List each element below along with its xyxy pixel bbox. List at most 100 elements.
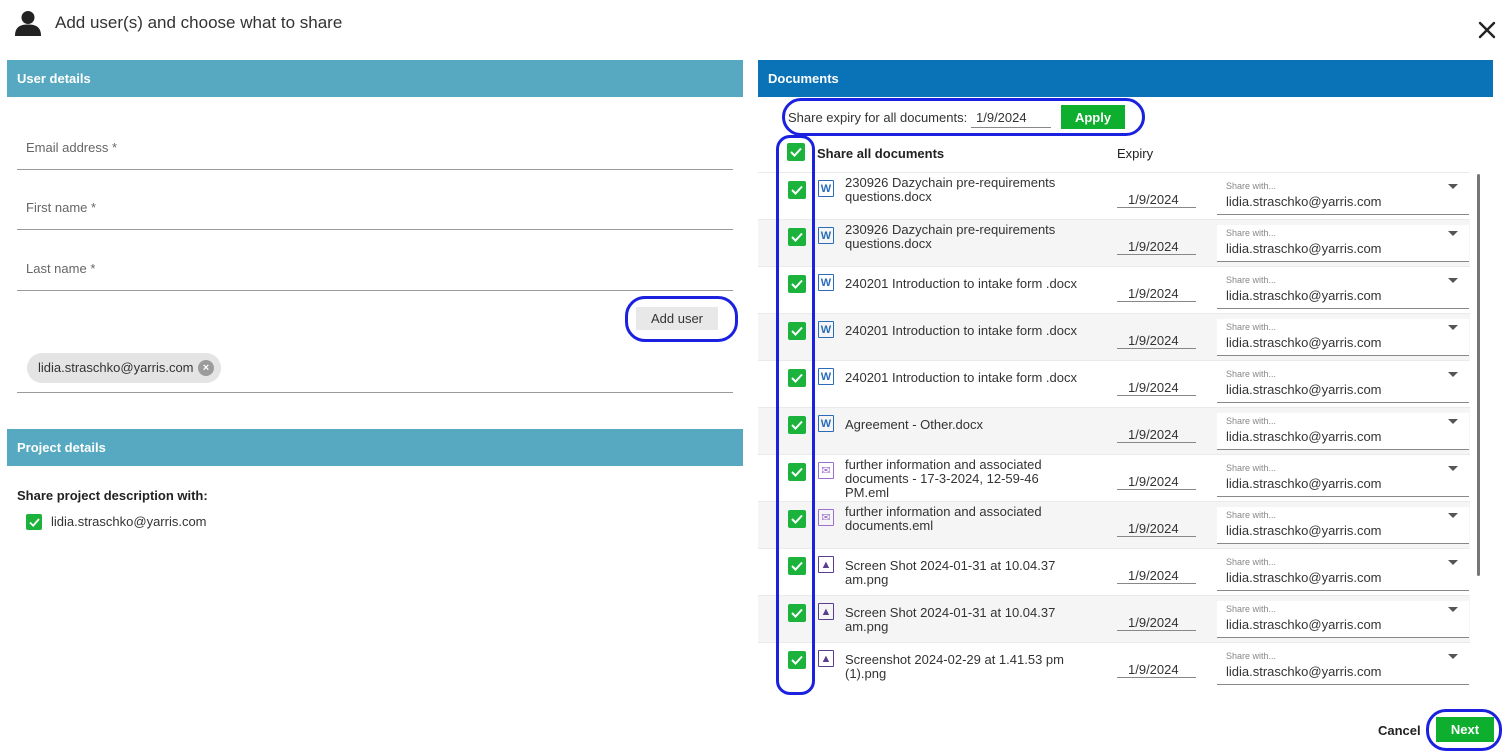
share-with-value: lidia.straschko@yarris.com [1226,429,1382,444]
check-icon [29,518,40,528]
next-button[interactable]: Next [1436,717,1494,742]
word-file-icon: W [818,368,834,385]
share-with-select[interactable]: Share with... lidia.straschko@yarris.com [1217,225,1469,262]
chevron-down-icon[interactable] [1448,184,1458,189]
chevron-down-icon[interactable] [1448,513,1458,518]
check-icon [791,467,803,477]
check-icon [791,655,803,665]
document-row: ▲ Screen Shot 2024-01-31 at 10.04.37 am.p… [758,595,1470,642]
share-description-label: Share project description with: [17,488,208,503]
document-list-scrollbar[interactable] [1477,174,1480,576]
document-checkbox[interactable] [788,604,806,622]
first-name-label: First name * [26,200,97,215]
document-expiry-input[interactable]: 1/9/2024 [1117,656,1196,678]
project-share-checkbox[interactable] [26,514,42,530]
last-name-field[interactable]: Last name * [17,251,733,291]
document-expiry-input[interactable]: 1/9/2024 [1117,374,1196,396]
image-file-icon: ▲ [818,603,834,620]
share-with-select[interactable]: Share with... lidia.straschko@yarris.com [1217,554,1469,591]
document-name: further information and associated docum… [845,457,1042,500]
document-expiry-input[interactable]: 1/9/2024 [1117,233,1196,255]
share-with-select[interactable]: Share with... lidia.straschko@yarris.com [1217,460,1469,497]
check-icon [791,279,803,289]
first-name-field[interactable]: First name * [17,190,733,230]
share-with-select[interactable]: Share with... lidia.straschko@yarris.com [1217,178,1469,215]
document-checkbox[interactable] [788,322,806,340]
share-with-select[interactable]: Share with... lidia.straschko@yarris.com [1217,413,1469,450]
share-with-select[interactable]: Share with... lidia.straschko@yarris.com [1217,319,1469,356]
chevron-down-icon[interactable] [1448,325,1458,330]
expiry-all-input[interactable]: 1/9/2024 [971,106,1051,128]
remove-chip-icon[interactable]: × [198,360,214,376]
document-name: further information and associated docum… [845,504,1042,533]
document-row: W 240201 Introduction to intake form .doc… [758,313,1470,360]
document-expiry-input[interactable]: 1/9/2024 [1117,515,1196,537]
document-checkbox[interactable] [788,463,806,481]
document-name: 240201 Introduction to intake form .docx [845,323,1077,338]
share-with-placeholder: Share with... [1226,604,1277,614]
document-checkbox[interactable] [788,369,806,387]
chevron-down-icon[interactable] [1448,607,1458,612]
share-with-select[interactable]: Share with... lidia.straschko@yarris.com [1217,648,1469,685]
chevron-down-icon[interactable] [1448,419,1458,424]
share-with-placeholder: Share with... [1226,510,1277,520]
document-name: Agreement - Other.docx [845,417,984,432]
document-checkbox[interactable] [788,651,806,669]
document-expiry-input[interactable]: 1/9/2024 [1117,562,1196,584]
share-with-value: lidia.straschko@yarris.com [1226,664,1382,679]
document-expiry-input[interactable]: 1/9/2024 [1117,280,1196,302]
document-checkbox[interactable] [788,510,806,528]
chevron-down-icon[interactable] [1448,654,1458,659]
document-expiry-input[interactable]: 1/9/2024 [1117,468,1196,490]
chevron-down-icon[interactable] [1448,278,1458,283]
share-with-select[interactable]: Share with... lidia.straschko@yarris.com [1217,601,1469,638]
document-row: W 240201 Introduction to intake form .doc… [758,266,1470,313]
share-with-select[interactable]: Share with... lidia.straschko@yarris.com [1217,507,1469,544]
chevron-down-icon[interactable] [1448,231,1458,236]
document-checkbox[interactable] [788,557,806,575]
document-row: W 230926 Dazychain pre-requirements quest… [758,172,1470,219]
document-row: W 230926 Dazychain pre-requirements quest… [758,219,1470,266]
share-with-select[interactable]: Share with... lidia.straschko@yarris.com [1217,366,1469,403]
share-with-select[interactable]: Share with... lidia.straschko@yarris.com [1217,272,1469,309]
cancel-button[interactable]: Cancel [1378,723,1421,738]
document-checkbox[interactable] [788,228,806,246]
share-with-value: lidia.straschko@yarris.com [1226,335,1382,350]
chevron-down-icon[interactable] [1448,466,1458,471]
document-row: W 240201 Introduction to intake form .doc… [758,360,1470,407]
share-all-checkbox[interactable] [787,143,805,161]
share-with-value: lidia.straschko@yarris.com [1226,570,1382,585]
document-expiry-input[interactable]: 1/9/2024 [1117,186,1196,208]
share-with-placeholder: Share with... [1226,416,1277,426]
document-name: 240201 Introduction to intake form .docx [845,370,1077,385]
share-with-placeholder: Share with... [1226,181,1277,191]
chevron-down-icon[interactable] [1448,372,1458,377]
word-file-icon: W [818,227,834,244]
user-details-header: User details [7,60,743,97]
check-icon [791,608,803,618]
close-icon[interactable] [1475,18,1499,42]
share-with-value: lidia.straschko@yarris.com [1226,382,1382,397]
check-icon [791,373,803,383]
email-file-icon: ✉ [818,509,834,526]
document-row: W Agreement - Other.docx 1/9/2024 Share wit… [758,407,1470,454]
document-row: ▲ Screen Shot 2024-01-31 at 10.04.37 am.p… [758,548,1470,595]
email-field[interactable]: Email address * [17,130,733,170]
document-expiry-input[interactable]: 1/9/2024 [1117,327,1196,349]
share-with-placeholder: Share with... [1226,557,1277,567]
document-checkbox[interactable] [788,181,806,199]
chevron-down-icon[interactable] [1448,560,1458,565]
document-expiry-input[interactable]: 1/9/2024 [1117,421,1196,443]
document-expiry-input[interactable]: 1/9/2024 [1117,609,1196,631]
apply-button[interactable]: Apply [1061,105,1125,129]
word-file-icon: W [818,180,834,197]
add-user-button[interactable]: Add user [636,307,718,330]
share-with-value: lidia.straschko@yarris.com [1226,194,1382,209]
document-name: Screenshot 2024-02-29 at 1.41.53 pm (1).… [845,652,1064,681]
document-checkbox[interactable] [788,275,806,293]
share-with-placeholder: Share with... [1226,275,1277,285]
document-name: Screen Shot 2024-01-31 at 10.04.37 am.pn… [845,605,1056,634]
document-checkbox[interactable] [788,416,806,434]
check-icon [791,420,803,430]
project-share-user: lidia.straschko@yarris.com [51,514,207,529]
